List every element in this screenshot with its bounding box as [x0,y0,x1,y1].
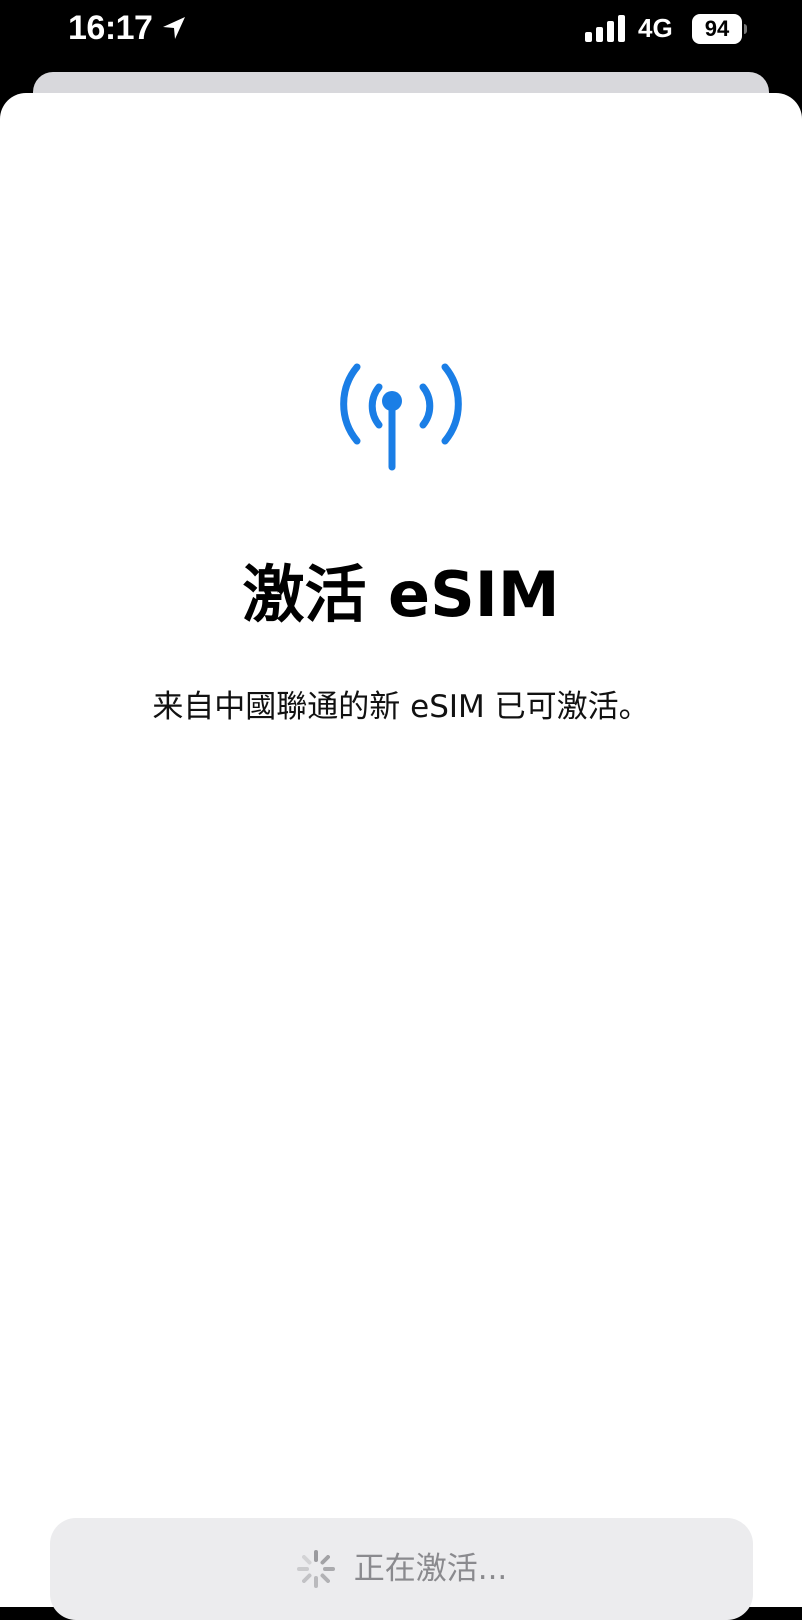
spinner-icon [296,1550,335,1588]
page-title: 激活 eSIM [242,558,560,631]
battery-level: 94 [704,16,730,41]
antenna-broadcast-icon [340,363,462,471]
page-subtitle: 来自中國聯通的新 eSIM 已可激活。 [152,689,650,725]
activating-button[interactable]: 正在激活... [50,1518,753,1620]
battery-icon: 94 [692,14,748,44]
status-time: 16:17 [68,9,153,47]
network-type: 4G [638,13,673,43]
cellular-signal-icon [585,15,625,42]
location-arrow-icon [163,17,185,39]
button-label: 正在激活... [353,1551,508,1587]
status-bar: 16:17 4G 94 [0,0,802,70]
activation-sheet: 激活 eSIM 来自中國聯通的新 eSIM 已可激活。 正在激活... [0,93,802,1620]
